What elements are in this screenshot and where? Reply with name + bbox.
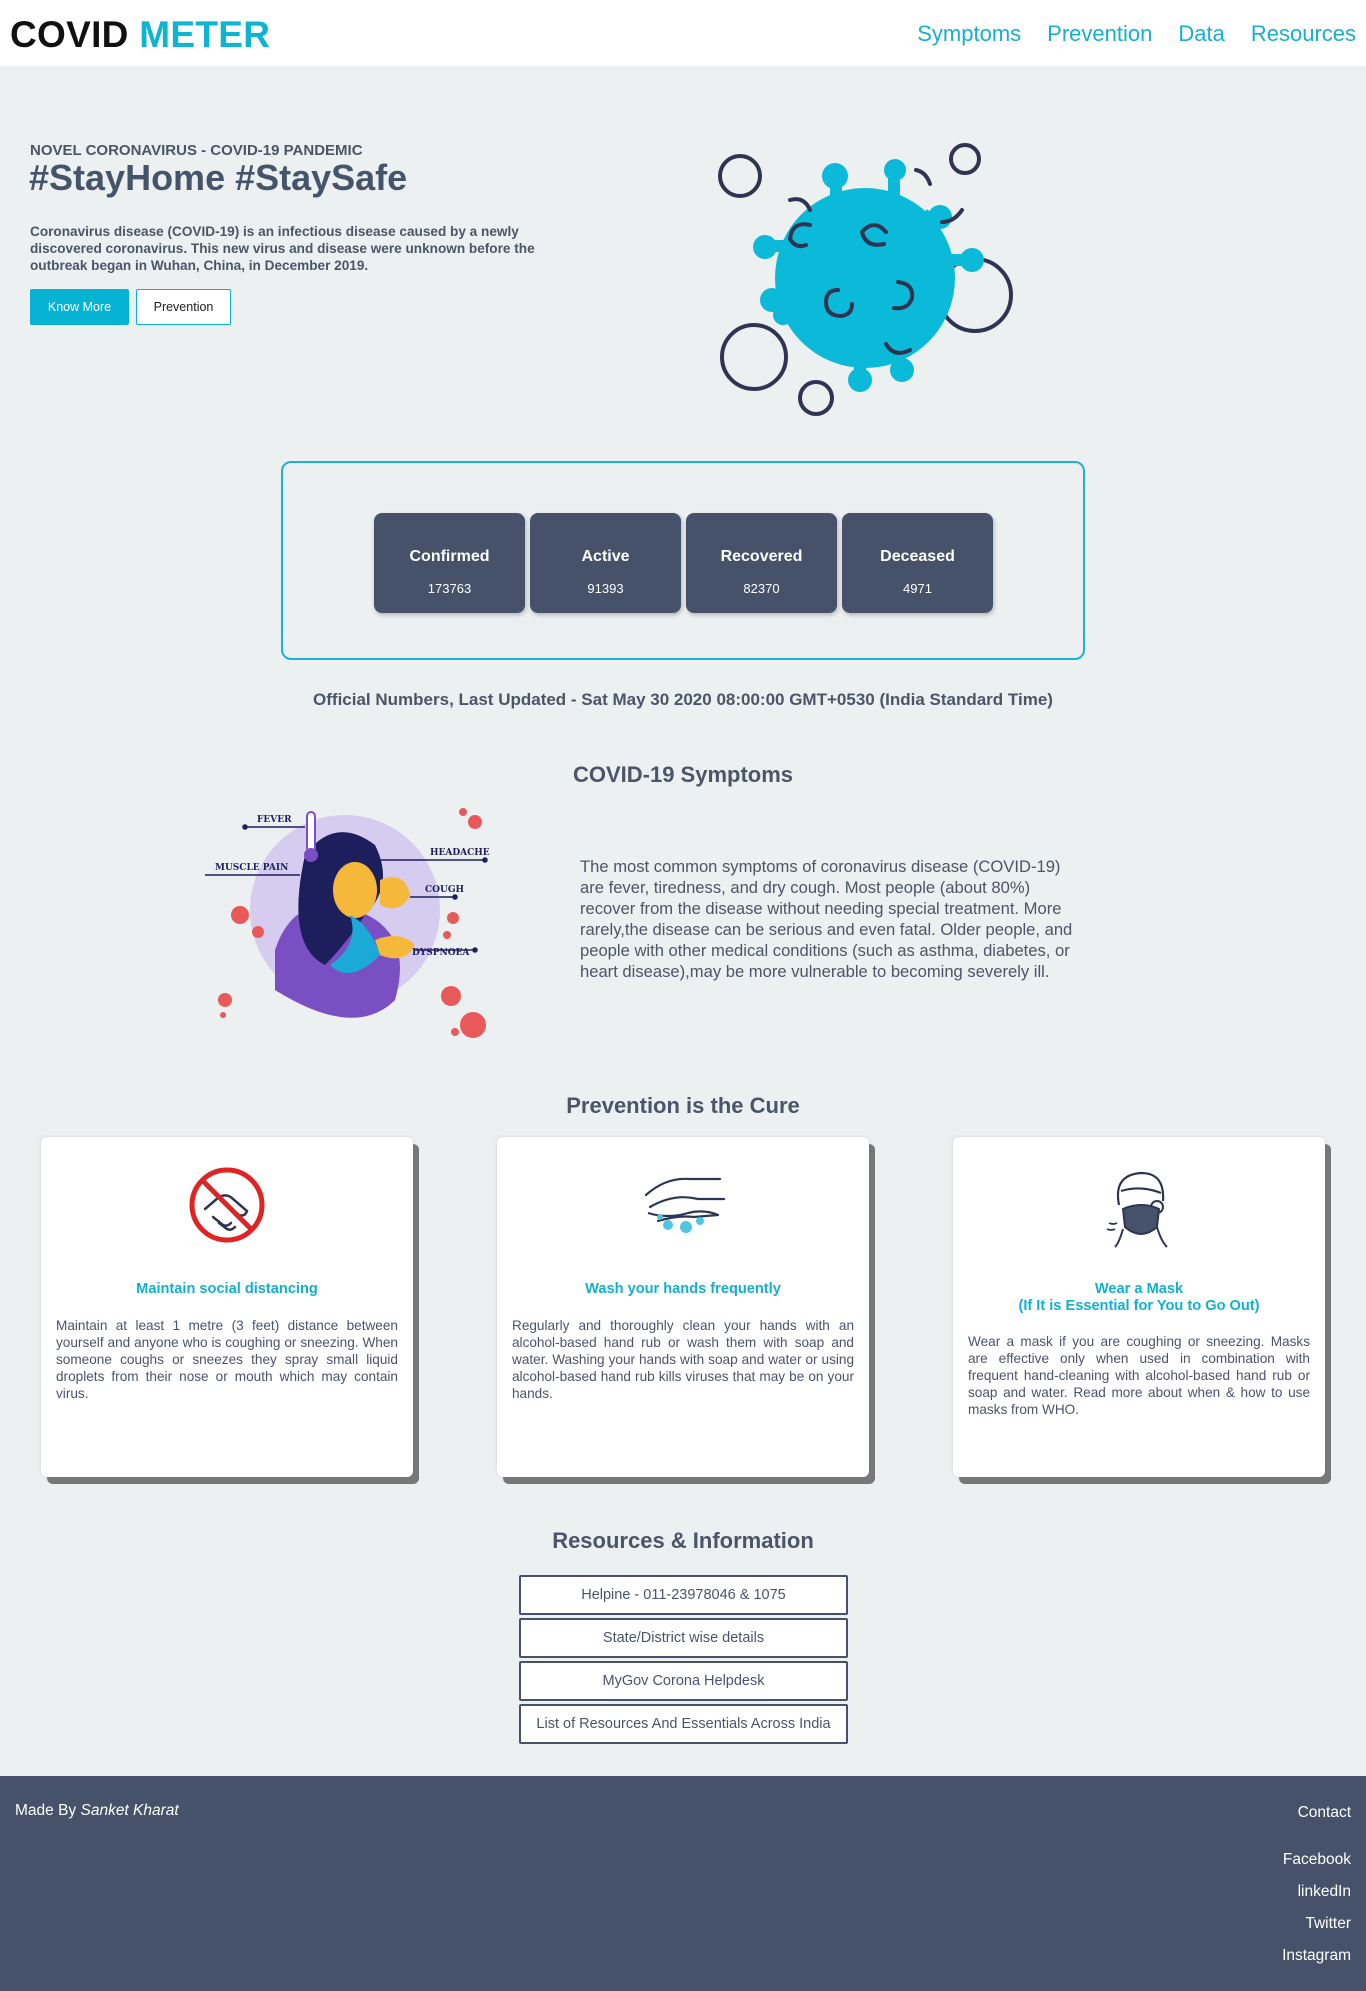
footer-link-facebook[interactable]: Facebook	[1283, 1851, 1351, 1869]
stat-label: Recovered	[720, 548, 803, 565]
last-updated-text: Official Numbers, Last Updated - Sat May…	[313, 690, 1053, 709]
footer-credit-prefix: Made By	[15, 1802, 77, 1819]
logo-part-covid: COVID	[10, 14, 129, 55]
stat-label: Deceased	[880, 548, 955, 565]
prevention-card-distancing: Maintain social distancing Maintain at l…	[41, 1137, 413, 1477]
symptom-label-cough: COUGH	[425, 885, 465, 895]
prevention-card-title-main: Wear a Mask	[1094, 1281, 1184, 1297]
stat-label: Active	[581, 548, 630, 565]
stat-card-recovered: Recovered 82370	[686, 513, 837, 613]
stat-label: Confirmed	[409, 548, 490, 565]
navbar: COVID METER Symptoms Prevention Data Res…	[0, 0, 1366, 66]
know-more-button[interactable]: Know More	[30, 289, 129, 325]
resource-link-helpline[interactable]: Helpine - 011-23978046 & 1075	[519, 1575, 848, 1615]
symptoms-title: COVID-19 Symptoms	[572, 762, 794, 787]
stat-value: 91393	[587, 581, 624, 596]
prevention-card-handwash: Wash your hands frequently Regularly and…	[497, 1137, 869, 1477]
nav-links: Symptoms Prevention Data Resources	[917, 21, 1356, 47]
prevention-button[interactable]: Prevention	[136, 289, 231, 325]
symptom-label-fever: FEVER	[257, 815, 292, 825]
resource-link-mygov[interactable]: MyGov Corona Helpdesk	[519, 1661, 848, 1701]
symptoms-illustration-icon: FEVER HEADACHE MUSCLE PAIN COUGH DYSPNOE…	[205, 808, 490, 1038]
prevention-card-title: Maintain social distancing	[136, 1281, 318, 1297]
footer: Made By Sanket Kharat Contact Facebook l…	[0, 1776, 1366, 1991]
footer-credit: Made By Sanket Kharat	[15, 1802, 179, 1820]
no-handshake-icon	[41, 1165, 413, 1250]
resource-link-state-district[interactable]: State/District wise details	[519, 1618, 848, 1658]
hand-wash-icon	[497, 1165, 869, 1250]
prevention-card-title: Wash your hands frequently	[585, 1281, 781, 1297]
footer-author: Sanket Kharat	[80, 1802, 179, 1819]
resource-link-essentials[interactable]: List of Resources And Essentials Across …	[519, 1704, 848, 1744]
stat-card-confirmed: Confirmed 173763	[374, 513, 525, 613]
stat-value: 4971	[903, 581, 932, 596]
virus-illustration-icon	[718, 143, 1013, 416]
prevention-card-text: Regularly and thoroughly clean your hand…	[512, 1318, 854, 1401]
stat-card-active: Active 91393	[530, 513, 681, 613]
stat-value: 173763	[427, 581, 472, 596]
footer-link-linkedin[interactable]: linkedIn	[1298, 1883, 1351, 1901]
logo[interactable]: COVID METER	[10, 14, 270, 56]
footer-contact-heading: Contact	[1297, 1804, 1351, 1821]
footer-link-instagram[interactable]: Instagram	[1282, 1947, 1351, 1965]
prevention-card-subtitle: (If It is Essential for You to Go Out)	[1018, 1298, 1260, 1314]
nav-link-resources[interactable]: Resources	[1251, 21, 1356, 47]
symptoms-description: The most common symptoms of coronavirus …	[580, 857, 1073, 981]
prevention-card-text: Maintain at least 1 metre (3 feet) dista…	[56, 1318, 398, 1401]
resources-title: Resources & Information	[552, 1528, 814, 1553]
prevention-card-text: Wear a mask if you are coughing or sneez…	[968, 1334, 1310, 1417]
stat-value: 82370	[743, 581, 780, 596]
prevention-card-title: Wear a Mask (If It is Essential for You …	[963, 1281, 1315, 1315]
stat-card-deceased: Deceased 4971	[842, 513, 993, 613]
prevention-card-mask: Wear a Mask (If It is Essential for You …	[953, 1137, 1325, 1477]
nav-link-data[interactable]: Data	[1178, 21, 1224, 47]
symptom-label-headache: HEADACHE	[430, 848, 490, 858]
face-mask-icon	[953, 1165, 1325, 1254]
nav-link-prevention[interactable]: Prevention	[1047, 21, 1152, 47]
logo-part-meter: METER	[139, 14, 271, 55]
hero-title: #StayHome #StaySafe	[29, 157, 408, 198]
footer-link-twitter[interactable]: Twitter	[1305, 1915, 1351, 1933]
symptom-label-muscle-pain: MUSCLE PAIN	[215, 863, 288, 873]
symptom-label-dyspnoea: DYSPNOEA	[412, 948, 470, 958]
hero-description: Coronavirus disease (COVID-19) is an inf…	[30, 224, 535, 273]
prevention-title: Prevention is the Cure	[566, 1093, 800, 1118]
nav-link-symptoms[interactable]: Symptoms	[917, 21, 1021, 47]
